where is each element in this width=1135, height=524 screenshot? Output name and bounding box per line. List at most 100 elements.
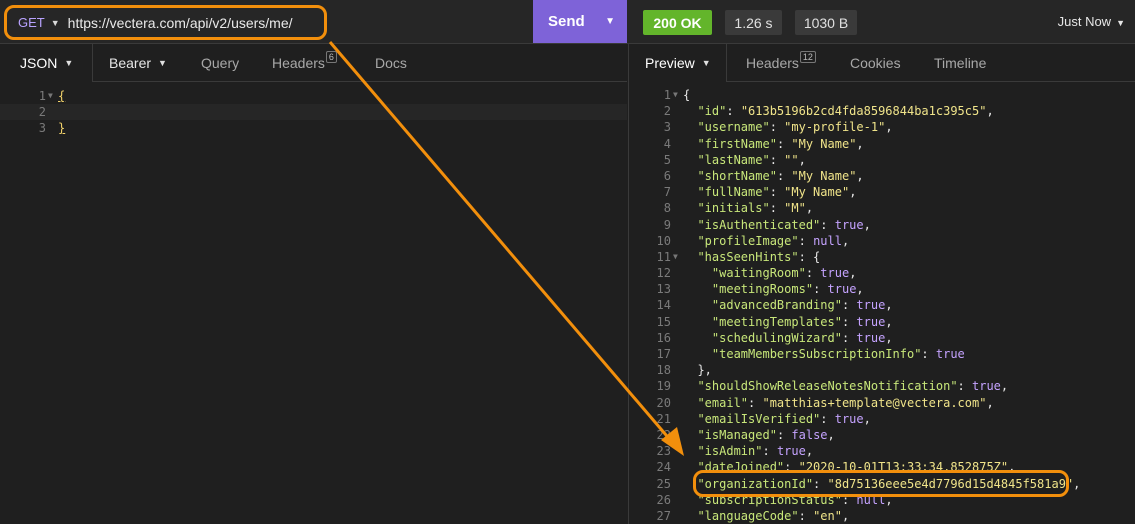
tab-preview[interactable]: Preview ▼ bbox=[629, 44, 726, 82]
chevron-down-icon: ▼ bbox=[1116, 18, 1125, 28]
url-bar[interactable]: GET ▼ https://vectera.com/api/v2/users/m… bbox=[4, 5, 327, 40]
line-number: 23 bbox=[656, 444, 671, 459]
code-line: 14 "advancedBranding": true, bbox=[629, 297, 1135, 313]
json-key: "isManaged" bbox=[697, 427, 777, 442]
json-punct: : bbox=[841, 330, 857, 345]
request-tabs: JSON ▼ Bearer ▼ Query Headers 6 Docs bbox=[0, 44, 627, 82]
json-punct: , bbox=[885, 298, 893, 313]
json-punct: , bbox=[885, 314, 893, 329]
gutter-spacer bbox=[46, 120, 58, 136]
gutter-spacer bbox=[671, 395, 683, 411]
json-punct: , bbox=[856, 282, 864, 297]
json-key: "firstName" bbox=[697, 136, 777, 151]
json-punct: : bbox=[776, 427, 792, 442]
json-punct: , bbox=[1073, 476, 1081, 491]
line-number: 18 bbox=[656, 363, 671, 378]
json-punct: : bbox=[762, 444, 777, 459]
json-punct bbox=[683, 249, 697, 265]
tab-json[interactable]: JSON ▼ bbox=[0, 44, 92, 82]
tab-headers[interactable]: Headers 6 bbox=[272, 44, 337, 82]
json-key: "advancedBranding" bbox=[711, 298, 842, 313]
json-punct bbox=[683, 314, 712, 330]
json-punct bbox=[683, 281, 712, 297]
line-number: 4 bbox=[663, 136, 671, 151]
code-line: 12 "waitingRoom": true, bbox=[629, 265, 1135, 281]
tab-timeline[interactable]: Timeline bbox=[934, 44, 986, 82]
json-punct: : bbox=[841, 314, 857, 329]
chevron-down-icon[interactable]: ▼ bbox=[51, 18, 60, 28]
json-literal: true bbox=[856, 298, 886, 313]
json-punct bbox=[683, 233, 697, 249]
json-punct bbox=[683, 265, 712, 281]
code-line: 26 "subscriptionStatus": null, bbox=[629, 492, 1135, 508]
line-number: 15 bbox=[656, 314, 671, 329]
tab-divider bbox=[726, 44, 727, 82]
tab-bearer[interactable]: Bearer ▼ bbox=[109, 44, 167, 82]
json-punct: : bbox=[813, 282, 828, 297]
fold-arrow-icon[interactable]: ▼ bbox=[46, 88, 58, 104]
code-line: 7 "fullName": "My Name", bbox=[629, 184, 1135, 200]
json-key: "waitingRoom" bbox=[711, 266, 806, 281]
fold-arrow-icon[interactable]: ▼ bbox=[671, 87, 683, 103]
line-number: 14 bbox=[656, 298, 671, 313]
json-punct: , bbox=[798, 152, 806, 167]
line-number: 16 bbox=[656, 330, 671, 345]
line-number: 19 bbox=[656, 379, 671, 394]
history-label: Just Now bbox=[1057, 14, 1112, 29]
json-punct: : bbox=[748, 395, 763, 410]
line-number: 3 bbox=[38, 121, 46, 136]
tab-query[interactable]: Query bbox=[201, 44, 239, 82]
fold-arrow-icon[interactable]: ▼ bbox=[671, 249, 683, 265]
tab-response-headers[interactable]: Headers 12 bbox=[746, 44, 816, 82]
json-punct: : { bbox=[798, 249, 821, 264]
line-number: 24 bbox=[656, 460, 671, 475]
method-selector[interactable]: GET bbox=[18, 15, 45, 30]
gutter-spacer bbox=[671, 217, 683, 233]
line-number: 11 bbox=[656, 249, 671, 264]
gutter-spacer bbox=[671, 378, 683, 394]
line-number: 3 bbox=[663, 120, 671, 135]
response-pane: Preview ▼ Headers 12 Cookies Timeline 1 ▼{2… bbox=[628, 44, 1135, 524]
tab-docs[interactable]: Docs bbox=[375, 44, 407, 82]
send-button[interactable]: Send ▼ bbox=[533, 0, 627, 43]
json-key: "emailIsVerified" bbox=[697, 411, 821, 426]
tab-label: Cookies bbox=[850, 55, 901, 71]
code-line: 25 "organizationId": "8d75136eee5e4d7796… bbox=[629, 476, 1135, 492]
url-input[interactable]: https://vectera.com/api/v2/users/me/ bbox=[68, 15, 293, 31]
json-key: "teamMembersSubscriptionInfo" bbox=[711, 347, 922, 361]
json-string: "613b5196b2cd4fda8596844ba1c395c5" bbox=[740, 104, 987, 119]
gutter-spacer bbox=[671, 233, 683, 249]
json-key: "schedulingWizard" bbox=[711, 330, 842, 345]
json-punct bbox=[683, 346, 712, 362]
code-line: 1 ▼{ bbox=[629, 87, 1135, 103]
json-punct: , bbox=[1008, 460, 1016, 475]
code-line: 13 "meetingRooms": true, bbox=[629, 281, 1135, 297]
json-key: "meetingTemplates" bbox=[711, 314, 842, 329]
tab-cookies[interactable]: Cookies bbox=[850, 44, 901, 82]
code-text: { bbox=[58, 89, 66, 103]
request-body-editor[interactable]: 1 ▼{2 3} bbox=[0, 88, 627, 137]
json-punct: , bbox=[1000, 379, 1009, 394]
json-key: "meetingRooms" bbox=[711, 282, 814, 297]
code-line: 21 "emailIsVerified": true, bbox=[629, 411, 1135, 427]
gutter-spacer bbox=[46, 104, 58, 120]
code-line: 18 }, bbox=[629, 362, 1135, 378]
send-options-chevron-icon[interactable]: ▼ bbox=[605, 16, 615, 27]
json-punct: : bbox=[776, 136, 792, 151]
chevron-down-icon: ▼ bbox=[64, 58, 74, 68]
history-dropdown[interactable]: Just Now ▼ bbox=[1058, 14, 1125, 29]
code-line: 11 ▼ "hasSeenHints": { bbox=[629, 249, 1135, 265]
chevron-down-icon: ▼ bbox=[158, 58, 167, 68]
json-punct: , bbox=[841, 508, 850, 523]
line-number: 1 bbox=[38, 89, 46, 103]
line-number: 2 bbox=[663, 104, 671, 119]
json-punct: , bbox=[827, 427, 835, 442]
json-punct bbox=[683, 184, 697, 200]
json-punct: : bbox=[798, 233, 814, 248]
json-string: "" bbox=[784, 152, 799, 167]
gutter-spacer bbox=[671, 492, 683, 508]
json-key: "profileImage" bbox=[697, 233, 799, 248]
gutter-spacer bbox=[671, 459, 683, 475]
response-body-viewer[interactable]: 1 ▼{2 "id": "613b5196b2cd4fda8596844ba1c3… bbox=[629, 87, 1135, 524]
code-line: 2 bbox=[0, 104, 627, 121]
